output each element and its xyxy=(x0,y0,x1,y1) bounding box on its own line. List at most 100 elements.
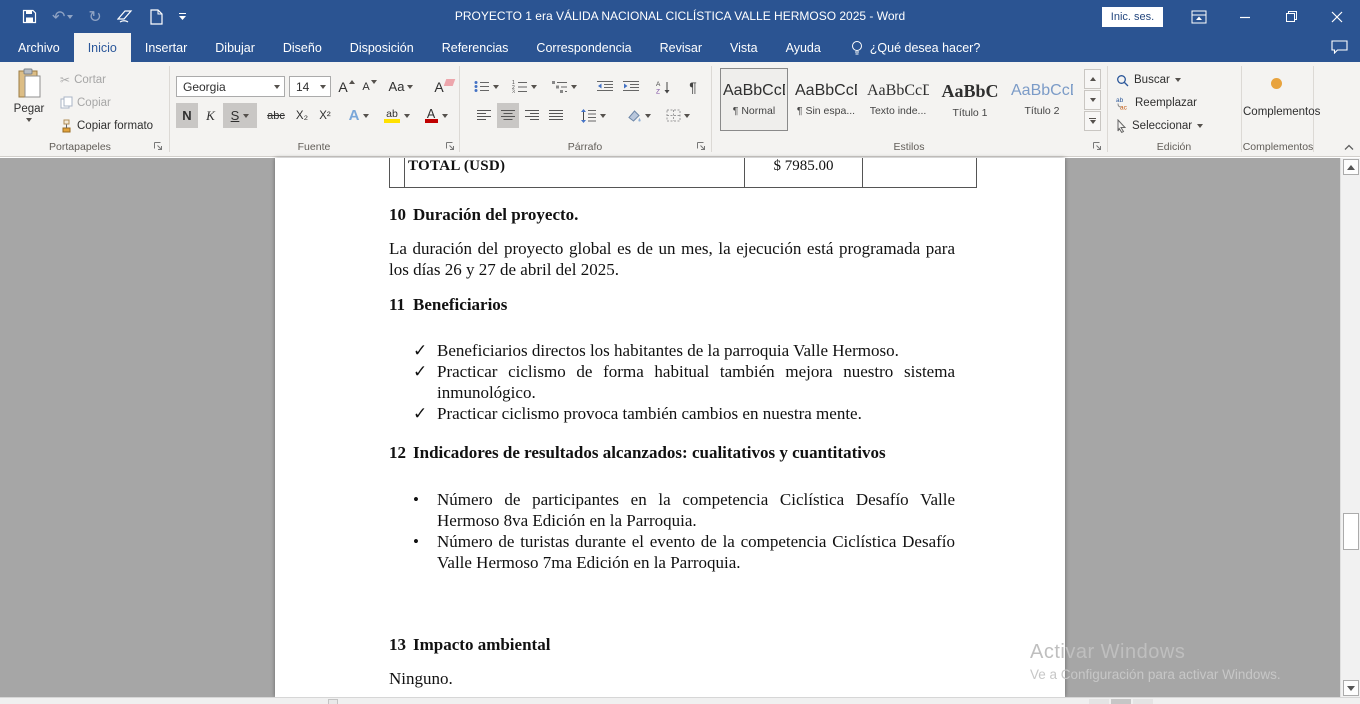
decrease-indent-button[interactable] xyxy=(594,74,616,99)
view-web-layout-button[interactable] xyxy=(1133,699,1153,704)
tab-diseno[interactable]: Diseño xyxy=(269,33,336,62)
restore-icon[interactable] xyxy=(1274,0,1308,33)
scrollbar-thumb[interactable] xyxy=(1343,513,1359,550)
clear-formatting-button[interactable]: A xyxy=(432,74,456,99)
font-family-combobox[interactable]: Georgia xyxy=(176,76,285,97)
tab-archivo[interactable]: Archivo xyxy=(4,33,74,62)
style-heading1[interactable]: AaBbC Título 1 xyxy=(936,68,1004,131)
tell-me-box[interactable]: ¿Qué desea hacer? xyxy=(851,33,981,62)
eraser-icon[interactable] xyxy=(117,5,135,29)
multilevel-list-button[interactable] xyxy=(546,74,582,99)
justify-button[interactable] xyxy=(545,103,567,128)
tab-insertar[interactable]: Insertar xyxy=(131,33,201,62)
replace-button[interactable]: abac Reemplazar xyxy=(1116,94,1197,112)
table-cell-total-label[interactable]: TOTAL (USD) xyxy=(404,158,744,187)
tab-dibujar[interactable]: Dibujar xyxy=(201,33,269,62)
sign-in-button[interactable]: Inic. ses. xyxy=(1102,7,1163,27)
style-no-spacing[interactable]: AaBbCcD ¶ Sin espa... xyxy=(792,68,860,131)
line-spacing-button[interactable] xyxy=(576,103,610,128)
change-case-button[interactable]: Aa xyxy=(386,74,416,99)
tab-correspondencia[interactable]: Correspondencia xyxy=(522,33,645,62)
styles-more-button[interactable] xyxy=(1084,111,1101,131)
tab-ayuda[interactable]: Ayuda xyxy=(772,33,835,62)
section-heading-13[interactable]: 13Impacto ambiental xyxy=(389,636,955,654)
scroll-down-button[interactable] xyxy=(1343,680,1359,696)
tab-referencias[interactable]: Referencias xyxy=(428,33,523,62)
document-page[interactable]: TOTAL (USD) $ 7985.00 10Duración del pro… xyxy=(275,158,1065,697)
superscript-button[interactable]: X² xyxy=(314,103,336,128)
scroll-up-button[interactable] xyxy=(1343,159,1359,175)
select-button[interactable]: Seleccionar xyxy=(1116,117,1203,135)
show-marks-button[interactable]: ¶ xyxy=(682,74,704,99)
align-right-button[interactable] xyxy=(521,103,543,128)
check-list-item[interactable]: ✓ Practicar ciclismo de forma habitual t… xyxy=(389,361,955,403)
bullet-list-item[interactable]: • Número de turistas durante el evento d… xyxy=(389,531,955,573)
align-center-button[interactable] xyxy=(497,103,519,128)
styles-dialog-launcher[interactable] xyxy=(1092,141,1103,152)
styles-scroll-down[interactable] xyxy=(1084,90,1101,110)
budget-table[interactable]: TOTAL (USD) $ 7985.00 xyxy=(389,158,977,188)
italic-button[interactable]: K xyxy=(200,103,221,128)
paragraph-duration[interactable]: La duración del proyecto global es de un… xyxy=(389,238,955,280)
bullets-button[interactable] xyxy=(470,74,502,99)
comments-icon[interactable] xyxy=(1331,40,1348,54)
table-cell-total-value[interactable]: $ 7985.00 xyxy=(744,158,862,187)
style-normal[interactable]: AaBbCcD ¶ Normal xyxy=(720,68,788,131)
underline-button[interactable]: S xyxy=(223,103,257,128)
shrink-font-button[interactable]: A xyxy=(359,74,380,99)
copy-button[interactable]: Copiar xyxy=(57,94,114,111)
styles-scroll-up[interactable] xyxy=(1084,69,1101,89)
shading-button[interactable] xyxy=(621,103,655,128)
tab-vista[interactable]: Vista xyxy=(716,33,772,62)
collapse-ribbon-icon[interactable] xyxy=(1341,140,1357,154)
font-dialog-launcher[interactable] xyxy=(445,141,456,152)
tab-inicio[interactable]: Inicio xyxy=(74,33,131,62)
minimize-icon[interactable] xyxy=(1228,0,1262,33)
tab-disposicion[interactable]: Disposición xyxy=(336,33,428,62)
paste-button[interactable]: Pegar xyxy=(7,68,51,144)
status-proofing-icon[interactable] xyxy=(328,699,338,704)
borders-button[interactable] xyxy=(660,103,696,128)
cut-button[interactable]: ✂ Cortar xyxy=(57,71,109,89)
style-heading2[interactable]: AaBbCcD Título 2 xyxy=(1008,68,1076,131)
sort-button[interactable]: AZ xyxy=(651,74,675,99)
view-read-mode-button[interactable] xyxy=(1089,699,1109,704)
table-cell-marker[interactable] xyxy=(389,158,404,187)
save-icon[interactable] xyxy=(22,5,37,29)
bullet-list-item[interactable]: • Número de participantes en la competen… xyxy=(389,489,955,531)
clipboard-dialog-launcher[interactable] xyxy=(153,141,164,152)
view-print-layout-button[interactable] xyxy=(1111,699,1131,704)
format-painter-button[interactable]: Copiar formato xyxy=(57,117,156,135)
addin-dot-icon xyxy=(1271,78,1282,89)
svg-text:ac: ac xyxy=(1120,105,1128,111)
find-button[interactable]: Buscar xyxy=(1116,71,1181,89)
vertical-scrollbar[interactable] xyxy=(1340,158,1360,697)
strikethrough-button[interactable]: abc xyxy=(263,103,289,128)
grow-font-button[interactable]: A xyxy=(336,74,357,99)
style-normal-preview: AaBbCcD xyxy=(723,82,785,100)
addins-button[interactable]: Complementos xyxy=(1243,72,1309,118)
bold-button[interactable]: N xyxy=(176,103,198,128)
ribbon-display-options-icon[interactable] xyxy=(1182,0,1216,33)
tab-revisar[interactable]: Revisar xyxy=(646,33,716,62)
paragraph-ninguno[interactable]: Ninguno. xyxy=(389,668,955,689)
increase-indent-button[interactable] xyxy=(620,74,642,99)
check-list-item[interactable]: ✓ Practicar ciclismo provoca también cam… xyxy=(389,403,955,424)
font-size-combobox[interactable]: 14 xyxy=(289,76,331,97)
close-icon[interactable] xyxy=(1320,0,1354,33)
paragraph-dialog-launcher[interactable] xyxy=(696,141,707,152)
numbering-button[interactable]: 123 xyxy=(508,74,540,99)
style-indent-text[interactable]: AaBbCcD Texto inde... xyxy=(864,68,932,131)
new-document-icon[interactable] xyxy=(150,5,163,29)
customize-qat-icon[interactable] xyxy=(178,5,187,29)
section-heading-10[interactable]: 10Duración del proyecto. xyxy=(389,206,955,224)
section-heading-12[interactable]: 12Indicadores de resultados alcanzados: … xyxy=(389,444,955,462)
table-cell-empty[interactable] xyxy=(862,158,977,187)
check-list-item[interactable]: ✓ Beneficiarios directos los habitantes … xyxy=(389,340,955,361)
font-color-button[interactable]: A xyxy=(420,103,452,128)
subscript-button[interactable]: X₂ xyxy=(291,103,313,128)
text-effects-button[interactable]: A xyxy=(344,103,374,128)
section-heading-11[interactable]: 11Beneficiarios xyxy=(389,296,955,314)
align-left-button[interactable] xyxy=(473,103,495,128)
text-highlight-button[interactable]: ab xyxy=(380,103,414,128)
